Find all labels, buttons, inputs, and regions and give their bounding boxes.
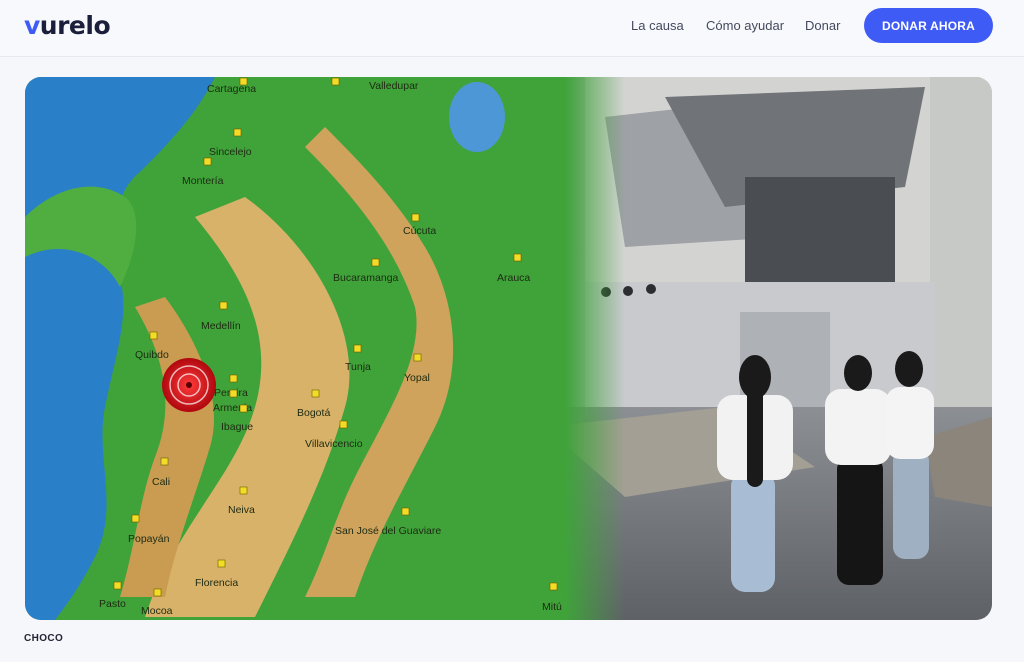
city-label: Mocoa — [141, 605, 173, 617]
city-label: Tunja — [345, 361, 371, 373]
city-label: Pasto — [99, 598, 126, 610]
nav-donar[interactable]: Donar — [805, 18, 840, 33]
city-label: Yopal — [404, 372, 430, 384]
hero-composite-illustration: Cartagena Valledupar Sincelejo Montería Cúcu… — [25, 77, 992, 620]
city-marker-icon — [229, 374, 238, 383]
city-marker-icon — [513, 253, 522, 262]
city-label: Cúcuta — [403, 225, 436, 237]
city-marker-icon — [339, 420, 348, 429]
city-label: Sincelejo — [209, 146, 252, 158]
nav-como-ayudar[interactable]: Cómo ayudar — [706, 18, 784, 33]
city-label: Villavicencio — [305, 438, 363, 450]
city-label: Florencia — [195, 577, 238, 589]
image-caption: CHOCO — [24, 633, 64, 644]
city-label: San José del Guaviare — [335, 525, 441, 537]
city-marker-icon — [233, 128, 242, 137]
city-marker-icon — [219, 301, 228, 310]
vurelo-logo[interactable]: vurelo — [24, 11, 111, 40]
city-marker-icon — [401, 507, 410, 516]
city-label: Popayán — [128, 533, 170, 545]
city-label: Cartagena — [207, 83, 256, 95]
city-marker-icon — [131, 514, 140, 523]
city-marker-icon — [353, 344, 362, 353]
city-label: Medellín — [201, 320, 241, 332]
city-label: Ibague — [221, 421, 253, 433]
city-marker-icon — [149, 331, 158, 340]
colombia-relief-map: Cartagena Valledupar Sincelejo Montería Cúcu… — [25, 77, 625, 620]
city-marker-icon — [153, 588, 162, 597]
city-label: Bucaramanga — [333, 272, 399, 284]
city-marker-icon — [217, 559, 226, 568]
city-marker-icon — [239, 404, 248, 413]
nav-la-causa[interactable]: La causa — [631, 18, 684, 33]
city-label: Neiva — [228, 504, 255, 516]
city-marker-icon — [203, 157, 212, 166]
city-label: Quibdo — [135, 349, 169, 361]
city-marker-icon — [549, 582, 558, 591]
city-marker-icon — [229, 389, 238, 398]
city-label: Arauca — [497, 272, 530, 284]
city-marker-icon — [371, 258, 380, 267]
site-header: vurelo La causa Cómo ayudar Donar DONAR … — [0, 0, 1024, 57]
earthquake-epicenter-marker — [162, 358, 216, 412]
city-marker-icon — [331, 77, 340, 86]
city-label: Bogotá — [297, 407, 330, 419]
city-label: Cali — [152, 476, 170, 488]
hero-image: Cartagena Valledupar Sincelejo Montería Cúcu… — [25, 77, 992, 620]
city-label: Valledupar — [369, 80, 419, 92]
city-marker-icon — [311, 389, 320, 398]
city-label: Montería — [182, 175, 224, 187]
city-label: Mitú — [542, 601, 562, 613]
city-marker-icon — [239, 486, 248, 495]
lake-maracaibo — [449, 82, 505, 152]
city-marker-icon — [411, 213, 420, 222]
city-marker-icon — [413, 353, 422, 362]
city-marker-icon — [160, 457, 169, 466]
city-marker-icon — [113, 581, 122, 590]
donate-now-button[interactable]: DONAR AHORA — [864, 8, 993, 43]
